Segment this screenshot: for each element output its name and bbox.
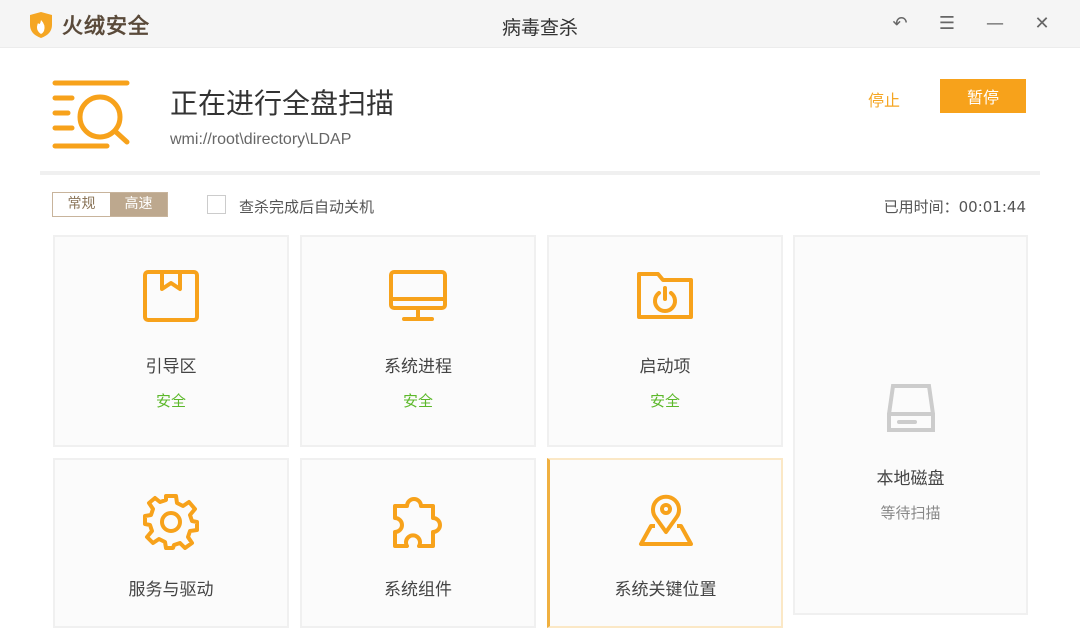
window-title: 病毒查杀 [501,17,578,39]
puzzle-icon [393,497,442,548]
stop-button[interactable]: 停止 [868,87,900,111]
mode-fast-option[interactable]: 高速 [110,193,167,216]
card-status: 等待扫描 [880,504,941,522]
gear-icon [143,494,199,550]
scan-title: 正在进行全盘扫描 [170,87,395,120]
card-local-disk[interactable]: 本地磁盘 等待扫描 [793,235,1028,615]
location-pin-icon [638,494,693,546]
close-button[interactable]: ✕ [1030,12,1054,36]
close-icon: ✕ [1034,13,1050,34]
menu-icon: ☰ [938,13,956,34]
auto-shutdown-checkbox[interactable] [207,195,226,214]
card-name: 服务与驱动 [128,580,214,600]
minimize-icon: — [986,13,1004,34]
title-bar: 火绒安全 病毒查杀 ↶ ☰ — ✕ [0,0,1080,48]
scan-mode-toggle: 常规 高速 [52,192,168,217]
card-status: 安全 [402,392,433,410]
scan-icon [52,80,130,149]
hard-disk-icon [886,384,935,432]
card-name: 本地磁盘 [876,469,945,489]
card-name: 系统进程 [384,357,452,377]
monitor-icon [389,270,447,321]
card-name: 启动项 [639,357,691,377]
card-startup-items[interactable]: 启动项 安全 [547,235,783,447]
card-status: 安全 [649,392,680,410]
mode-normal-option[interactable]: 常规 [53,193,110,216]
elapsed-time: 已用时间：00:01:44 [884,196,1026,217]
card-name: 系统关键位置 [614,580,717,600]
scan-path: wmi://root\directory\LDAP [170,131,352,148]
card-boot-sector[interactable]: 引导区 安全 [53,235,289,447]
boot-sector-icon [143,270,199,322]
menu-button[interactable]: ☰ [935,12,959,36]
elapsed-label: 已用时间： [883,198,959,216]
undo-icon: ↶ [892,13,908,34]
card-name: 引导区 [145,357,197,377]
card-name: 系统组件 [384,580,452,600]
card-status: 安全 [155,392,186,410]
minimize-button[interactable]: — [983,12,1007,36]
auto-shutdown-label: 查杀完成后自动关机 [239,198,375,216]
startup-folder-icon [637,272,693,319]
pause-button[interactable]: 暂停 [940,79,1026,113]
elapsed-value: 00:01:44 [958,198,1026,216]
divider [40,171,1040,175]
card-system-processes[interactable]: 系统进程 安全 [300,235,536,447]
back-button[interactable]: ↶ [888,12,912,36]
